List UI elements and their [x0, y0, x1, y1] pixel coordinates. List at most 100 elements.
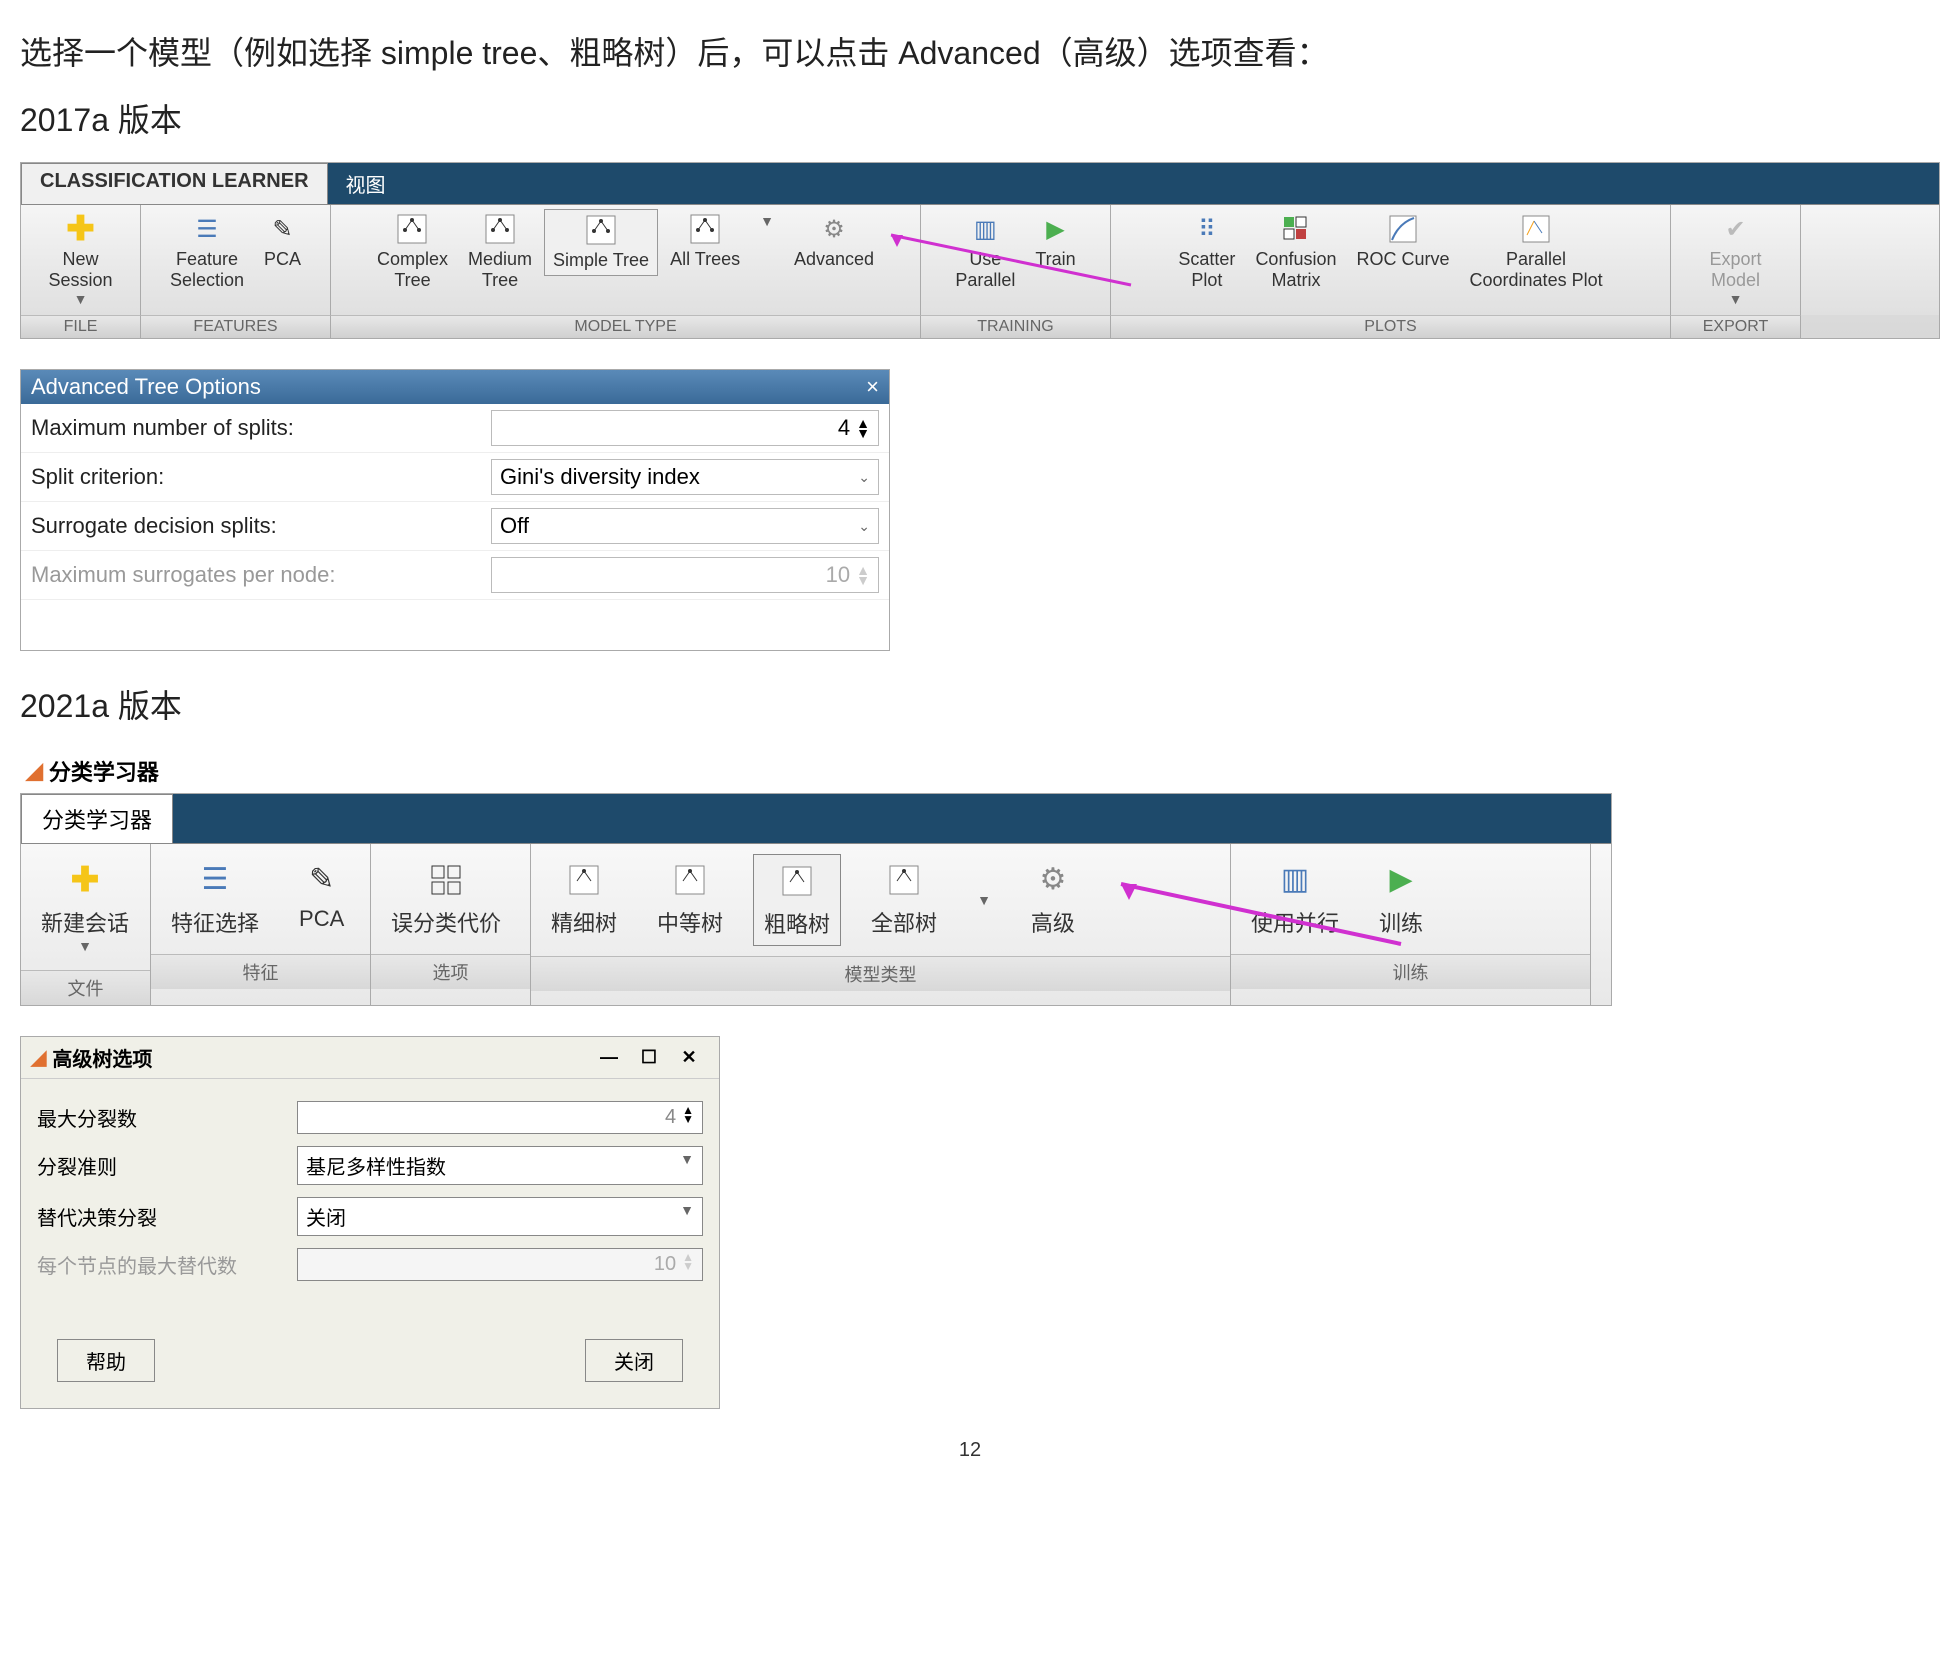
max-splits-input-cn[interactable]: 4 ▲▼	[297, 1101, 703, 1134]
pca-label-cn: PCA	[299, 906, 344, 932]
max-splits-input[interactable]: 4 ▲▼	[491, 410, 879, 446]
complex-tree-button[interactable]: Complex Tree	[369, 209, 456, 295]
train-label-cn: 训练	[1379, 906, 1423, 938]
tab-classification-learner[interactable]: CLASSIFICATION LEARNER	[21, 163, 328, 204]
parallel-bars-icon: ▥	[1275, 860, 1315, 900]
tree-icon	[670, 860, 710, 900]
max-surrogates-value: 10	[500, 562, 850, 588]
chevron-down-icon: ▼	[74, 291, 88, 307]
scatter-icon: ⠿	[1191, 213, 1223, 245]
all-trees-button-cn[interactable]: 全部树	[861, 854, 947, 946]
roc-curve-button[interactable]: ROC Curve	[1349, 209, 1458, 274]
spinner-icon: ▲▼	[856, 565, 870, 585]
pca-label: PCA	[264, 249, 301, 270]
chevron-down-icon: ▼	[760, 213, 774, 229]
split-criterion-select[interactable]: Gini's diversity index ⌄	[491, 459, 879, 495]
feature-selection-label-cn: 特征选择	[171, 906, 259, 938]
train-button[interactable]: ▶ Train	[1027, 209, 1083, 274]
close-button[interactable]: ×	[866, 374, 879, 400]
pca-button[interactable]: ✎ PCA	[256, 209, 309, 274]
tree-icon	[884, 860, 924, 900]
max-surrogates-input: 10 ▲▼	[491, 557, 879, 593]
confusion-matrix-button[interactable]: Confusion Matrix	[1247, 209, 1344, 295]
advanced-button[interactable]: ⚙ Advanced	[786, 209, 882, 274]
new-session-label: New Session	[48, 249, 112, 291]
version-2021-label: 2021a 版本	[20, 681, 1920, 732]
advanced-label: Advanced	[794, 249, 874, 270]
grid-icon	[426, 860, 466, 900]
all-trees-button[interactable]: All Trees	[662, 209, 748, 274]
surrogate-select[interactable]: Off ⌄	[491, 508, 879, 544]
play-icon: ▶	[1040, 213, 1072, 245]
version-2017-label: 2017a 版本	[20, 95, 1920, 146]
split-criterion-select-cn[interactable]: 基尼多样性指数 ▼	[297, 1146, 703, 1185]
roc-curve-label: ROC Curve	[1357, 249, 1450, 270]
max-splits-label: Maximum number of splits:	[31, 415, 491, 441]
simple-tree-label: Simple Tree	[553, 250, 649, 271]
coarse-tree-label: 粗略树	[764, 907, 830, 939]
use-parallel-button[interactable]: ▥ Use Parallel	[947, 209, 1023, 295]
close-button[interactable]: ✕	[669, 1047, 709, 1068]
minimize-button[interactable]: —	[589, 1047, 629, 1068]
tab-view[interactable]: 视图	[328, 163, 404, 204]
confusion-matrix-label: Confusion Matrix	[1255, 249, 1336, 291]
model-type-dropdown[interactable]: ▼	[752, 209, 782, 233]
spinner-icon: ▲▼	[682, 1253, 694, 1276]
misclass-label: 误分类代价	[391, 906, 501, 938]
coarse-tree-button[interactable]: 粗略树	[753, 854, 841, 946]
parallel-coords-button[interactable]: Parallel Coordinates Plot	[1462, 209, 1611, 295]
matlab-icon: ◢	[26, 758, 43, 784]
max-splits-value: 4	[500, 415, 850, 441]
pca-icon: ✎	[267, 213, 299, 245]
tree-icon	[396, 213, 428, 245]
group-export-label: EXPORT	[1671, 315, 1801, 338]
pca-button-cn[interactable]: ✎ PCA	[289, 854, 354, 944]
feature-selection-label: Feature Selection	[170, 249, 244, 291]
train-label: Train	[1035, 249, 1075, 270]
help-button[interactable]: 帮助	[57, 1339, 155, 1382]
surrogate-select-cn[interactable]: 关闭 ▼	[297, 1197, 703, 1236]
new-session-button[interactable]: ✚ New Session ▼	[40, 209, 120, 311]
advanced-tree-options-2017: Advanced Tree Options × Maximum number o…	[20, 369, 890, 651]
group-file-label: FILE	[21, 315, 141, 338]
medium-tree-button[interactable]: Medium Tree	[460, 209, 540, 295]
tree-icon	[689, 213, 721, 245]
feature-selection-button-cn[interactable]: ☰ 特征选择	[161, 854, 269, 944]
panel-title-cn: 高级树选项	[52, 1043, 152, 1072]
play-icon: ▶	[1381, 860, 1421, 900]
spinner-icon[interactable]: ▲▼	[856, 418, 870, 438]
roc-icon	[1387, 213, 1419, 245]
train-button-cn[interactable]: ▶ 训练	[1369, 854, 1433, 944]
maximize-button[interactable]: ☐	[629, 1047, 669, 1068]
surrogate-label-cn: 替代决策分裂	[37, 1202, 297, 1231]
group-model-type-label: MODEL TYPE	[331, 315, 921, 338]
use-parallel-button-cn[interactable]: ▥ 使用并行	[1241, 854, 1349, 944]
new-session-button-cn[interactable]: ✚ 新建会话 ▼	[31, 854, 139, 960]
medium-tree-button-cn[interactable]: 中等树	[647, 854, 733, 946]
tree-icon	[585, 214, 617, 246]
tree-icon	[777, 861, 817, 901]
scatter-plot-button[interactable]: ⠿ Scatter Plot	[1170, 209, 1243, 295]
misclass-cost-button[interactable]: 误分类代价	[381, 854, 511, 944]
chevron-down-icon: ▼	[78, 938, 92, 954]
advanced-button-cn[interactable]: ⚙ 高级	[1021, 854, 1085, 946]
medium-tree-label-cn: 中等树	[657, 906, 723, 938]
feature-selection-button[interactable]: ☰ Feature Selection	[162, 209, 252, 295]
close-action-button[interactable]: 关闭	[585, 1339, 683, 1382]
tab-classification-learner-cn[interactable]: 分类学习器	[21, 794, 173, 843]
export-model-button[interactable]: ✔ Export Model ▼	[1701, 209, 1769, 311]
max-surrogates-input-cn: 10 ▲▼	[297, 1248, 703, 1281]
matrix-icon	[1280, 213, 1312, 245]
fine-tree-button[interactable]: 精细树	[541, 854, 627, 946]
complex-tree-label: Complex Tree	[377, 249, 448, 291]
spinner-icon[interactable]: ▲▼	[682, 1106, 694, 1129]
export-icon: ✔	[1720, 213, 1752, 245]
scatter-plot-label: Scatter Plot	[1178, 249, 1235, 291]
simple-tree-button[interactable]: Simple Tree	[544, 209, 658, 276]
tree-icon	[484, 213, 516, 245]
app-title-2021: ◢ 分类学习器	[20, 749, 1920, 793]
group-model-type-label-cn: 模型类型	[531, 956, 1230, 991]
model-type-dropdown-cn[interactable]: ▼	[967, 854, 1001, 946]
export-model-label: Export Model	[1709, 249, 1761, 291]
all-trees-label: All Trees	[670, 249, 740, 270]
